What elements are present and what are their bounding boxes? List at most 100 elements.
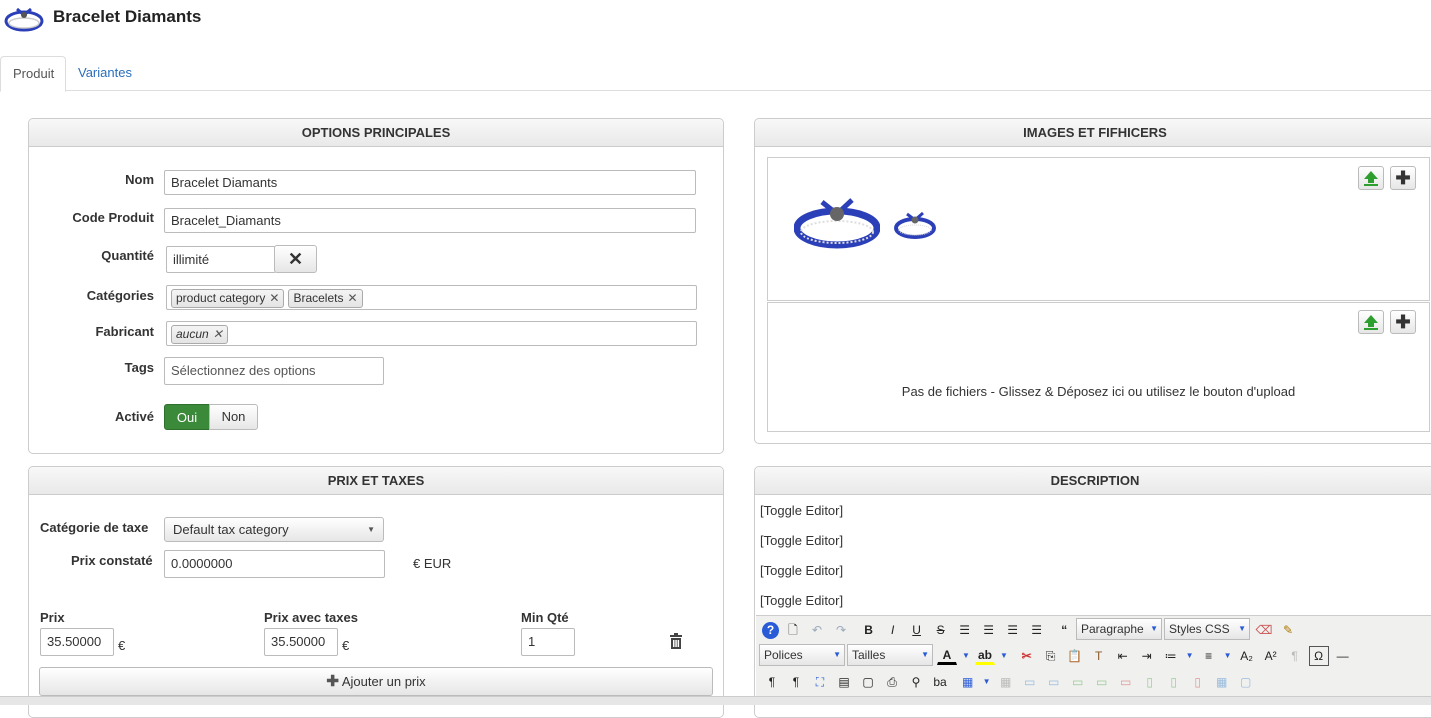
clear-quantity-button[interactable]: ✕ [274, 245, 317, 273]
find-icon[interactable]: ⚲ [906, 672, 926, 692]
quantity-input[interactable]: illimité [166, 246, 276, 273]
merge-cells-icon[interactable]: ▢ [1236, 672, 1256, 692]
add-image-button[interactable]: ✚ [1390, 166, 1416, 190]
product-thumbnail-icon [3, 3, 45, 33]
files-dropzone[interactable] [767, 302, 1430, 432]
superscript-icon[interactable]: A² [1261, 646, 1281, 666]
code-input[interactable]: Bracelet_Diamants [164, 208, 696, 233]
rtl-icon[interactable]: ¶ [786, 672, 806, 692]
dropdown-arrow-icon[interactable]: ▼ [999, 646, 1009, 666]
numbered-list-icon[interactable]: ≔ [1161, 646, 1181, 666]
bracelet-image-small[interactable] [894, 208, 936, 240]
col-before-icon[interactable]: ▯ [1140, 672, 1160, 692]
col-after-icon[interactable]: ▯ [1164, 672, 1184, 692]
tab-variantes[interactable]: Variantes [66, 56, 144, 90]
table-icon[interactable]: ▦ [958, 672, 978, 692]
split-cells-icon[interactable]: ▦ [1212, 672, 1232, 692]
ltr-icon[interactable]: ¶ [762, 672, 782, 692]
bullet-list-icon[interactable]: ≡ [1199, 646, 1219, 666]
dropdown-arrow-icon[interactable]: ▼ [982, 672, 992, 692]
add-file-button[interactable]: ✚ [1390, 310, 1416, 334]
list-price-label: Prix constaté [71, 553, 153, 568]
row-insert-icon[interactable]: ▭ [1068, 672, 1088, 692]
dropdown-arrow-icon[interactable]: ▼ [1223, 646, 1233, 666]
min-qty-input[interactable]: 1 [521, 628, 575, 656]
images-heading: IMAGES ET FIFHICERS [755, 119, 1431, 147]
indent-icon[interactable]: ⇥ [1137, 646, 1157, 666]
align-center-icon[interactable]: ☰ [979, 620, 999, 640]
dropdown-arrow-icon[interactable]: ▼ [961, 646, 971, 666]
toggle-editor-link[interactable]: [Toggle Editor] [760, 503, 843, 518]
styles-select[interactable]: Styles CSS ▼ [1164, 618, 1250, 640]
fonts-select[interactable]: Polices ▼ [759, 644, 845, 666]
paste-text-icon[interactable]: T [1089, 646, 1109, 666]
preview-icon[interactable]: ▢ [858, 672, 878, 692]
copy-icon[interactable]: ⎘ [1041, 646, 1061, 666]
name-label: Nom [125, 172, 154, 187]
pilcrow-icon[interactable]: ¶ [1285, 646, 1305, 666]
remove-chip-icon[interactable]: ✕ [269, 291, 279, 305]
add-price-button[interactable]: ✚ Ajouter un prix [39, 667, 713, 696]
col-delete-icon[interactable]: ▯ [1188, 672, 1208, 692]
price-tax-input[interactable]: 35.50000 [264, 628, 338, 656]
replace-icon[interactable]: ba [930, 672, 950, 692]
upload-file-button[interactable] [1358, 310, 1384, 334]
categories-label: Catégories [86, 288, 154, 303]
special-char-icon[interactable]: Ω [1308, 646, 1329, 666]
tax-category-select[interactable]: Default tax category ▼ [164, 517, 384, 542]
price-tax-label: Prix avec taxes [264, 610, 358, 625]
outdent-icon[interactable]: ⇤ [1113, 646, 1133, 666]
upload-image-button[interactable] [1358, 166, 1384, 190]
table-props-icon[interactable]: ▦ [996, 672, 1016, 692]
row-copy-icon[interactable]: ▭ [1092, 672, 1112, 692]
underline-icon[interactable]: U [907, 620, 927, 640]
format-select[interactable]: Paragraphe ▼ [1076, 618, 1162, 640]
strikethrough-icon[interactable]: S [931, 620, 951, 640]
tax-category-label: Catégorie de taxe [40, 520, 149, 535]
active-yes-button[interactable]: Oui [164, 404, 210, 430]
undo-icon[interactable]: ↶ [807, 620, 827, 640]
paste-icon[interactable]: 📋 [1065, 646, 1085, 666]
price-input[interactable]: 35.50000 [40, 628, 114, 656]
trash-icon[interactable] [669, 633, 683, 649]
main-options-heading: OPTIONS PRINCIPALES [29, 119, 723, 147]
name-input[interactable]: Bracelet Diamants [164, 170, 696, 195]
redo-icon[interactable]: ↷ [831, 620, 851, 640]
help-icon[interactable]: ? [762, 621, 779, 639]
subscript-icon[interactable]: A₂ [1237, 646, 1257, 666]
fullscreen-icon[interactable]: ⛶ [810, 672, 830, 692]
toggle-editor-link[interactable]: [Toggle Editor] [760, 563, 843, 578]
upload-icon [1364, 171, 1378, 186]
row-delete-icon[interactable]: ▭ [1116, 672, 1136, 692]
italic-icon[interactable]: I [883, 620, 903, 640]
dropdown-arrow-icon[interactable]: ▼ [1185, 646, 1195, 666]
text-color-icon[interactable]: A [937, 647, 957, 665]
bracelet-image-large[interactable] [793, 192, 881, 252]
print-icon[interactable]: ⎙ [882, 672, 902, 692]
highlight-color-icon[interactable]: ab [975, 647, 995, 665]
active-no-button[interactable]: Non [209, 404, 258, 430]
tags-input[interactable]: Sélectionnez des options [164, 357, 384, 385]
remove-chip-icon[interactable]: ✕ [347, 291, 357, 305]
eraser-icon[interactable]: ⌫ [1254, 620, 1274, 640]
sizes-select[interactable]: Tailles ▼ [847, 644, 933, 666]
toggle-editor-link[interactable]: [Toggle Editor] [760, 533, 843, 548]
list-price-input[interactable]: 0.0000000 [164, 550, 385, 578]
remove-chip-icon[interactable]: ✕ [213, 327, 223, 341]
row-before-icon[interactable]: ▭ [1020, 672, 1040, 692]
tab-produit[interactable]: Produit [0, 56, 66, 92]
manufacturer-select[interactable]: aucun ✕ [166, 321, 697, 346]
toggle-editor-link[interactable]: [Toggle Editor] [760, 593, 843, 608]
categories-select[interactable]: product category ✕ Bracelets ✕ [166, 285, 697, 310]
new-document-icon[interactable]: 🗋 [783, 620, 803, 640]
template-icon[interactable]: ▤ [834, 672, 854, 692]
align-justify-icon[interactable]: ☰ [955, 620, 975, 640]
align-right-icon[interactable]: ☰ [1027, 620, 1047, 640]
blockquote-icon[interactable]: “ [1054, 620, 1074, 640]
cut-icon[interactable]: ✂ [1017, 646, 1037, 666]
row-after-icon[interactable]: ▭ [1044, 672, 1064, 692]
horizontal-rule-icon[interactable]: — [1333, 646, 1353, 666]
clean-brush-icon[interactable]: ✎ [1278, 620, 1298, 640]
align-left-icon[interactable]: ☰ [1003, 620, 1023, 640]
bold-icon[interactable]: B [859, 620, 879, 640]
